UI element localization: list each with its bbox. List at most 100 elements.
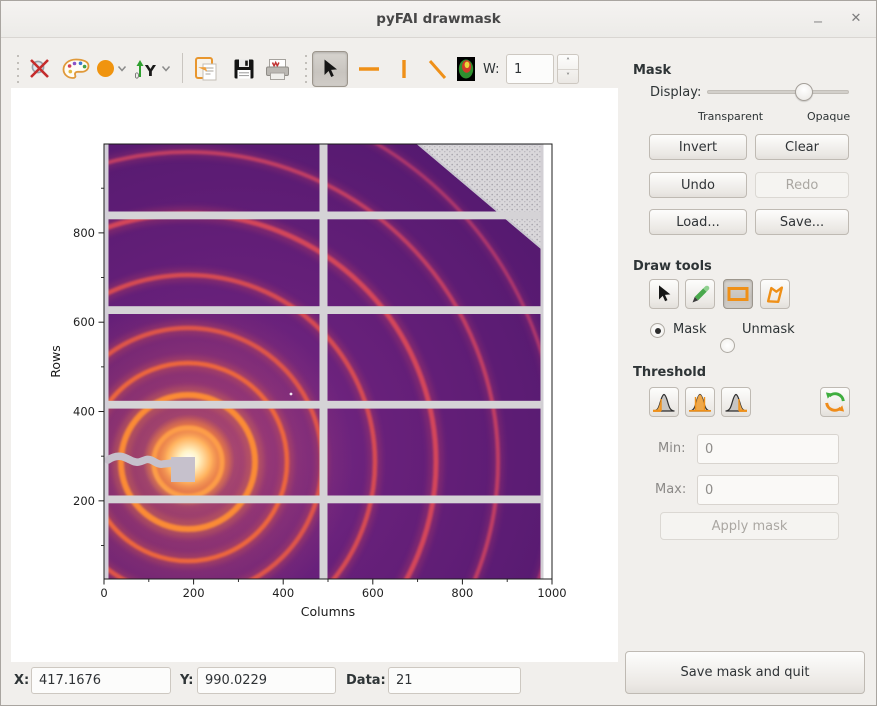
svg-text:400: 400	[272, 586, 294, 600]
rectangle-icon	[726, 284, 750, 304]
spin-down-icon[interactable]: ˅	[558, 70, 578, 84]
diagonal-line-tool-button[interactable]	[422, 54, 452, 84]
copy-snapshot-icon	[193, 56, 220, 83]
transparent-label: Transparent	[698, 110, 763, 123]
min-input[interactable]	[697, 434, 839, 464]
unmask-radio[interactable]	[720, 338, 735, 353]
x-coordinate-field[interactable]	[31, 667, 171, 694]
app-window: pyFAI drawmask ‒ ✕ 0 Y	[0, 0, 877, 706]
horizontal-line-icon	[356, 56, 382, 82]
diagonal-line-icon	[424, 56, 450, 82]
min-label: Min:	[658, 441, 685, 456]
rectangle-tool-button[interactable]	[723, 279, 753, 309]
display-label: Display:	[650, 85, 701, 100]
x-coordinate-label: X:	[14, 673, 29, 688]
pencil-tool-button[interactable]	[685, 279, 715, 309]
svg-text:800: 800	[73, 226, 95, 240]
apply-mask-button[interactable]: Apply mask	[660, 512, 839, 540]
pan-pointer-tool-button[interactable]	[312, 51, 348, 87]
y-axis-orientation-icon: 0 Y	[134, 57, 160, 81]
toolbar-separator	[182, 53, 183, 83]
histogram-between-icon	[688, 391, 712, 413]
vertical-line-tool-button[interactable]	[389, 54, 419, 84]
mask-above-max-button[interactable]	[721, 387, 751, 417]
save-snapshot-button[interactable]	[229, 54, 259, 84]
polygon-tool-button[interactable]	[760, 279, 790, 309]
y-coordinate-field[interactable]	[197, 667, 336, 694]
unmask-radio-label[interactable]: Unmask	[742, 322, 795, 337]
colormap-icon	[457, 57, 475, 81]
refresh-threshold-button[interactable]	[820, 387, 850, 417]
pencil-width-stepper[interactable]: ˄˅	[557, 54, 579, 84]
refresh-icon	[822, 389, 848, 415]
svg-text:Y: Y	[144, 62, 157, 80]
window-title: pyFAI drawmask	[1, 1, 876, 37]
data-value-field[interactable]	[388, 667, 521, 694]
beamstop-mask	[171, 457, 195, 482]
diffraction-image	[11, 88, 618, 662]
floppy-save-icon	[233, 58, 255, 80]
mask-below-min-button[interactable]	[649, 387, 679, 417]
print-icon	[264, 58, 291, 81]
pencil-width-input[interactable]	[506, 54, 554, 84]
zoom-reset-button[interactable]	[25, 54, 57, 84]
pointer-arrow-icon	[654, 284, 674, 304]
vertical-line-icon	[391, 56, 417, 82]
mask-opacity-slider-handle[interactable]	[795, 83, 813, 101]
colormap-button[interactable]	[457, 57, 475, 81]
clear-button[interactable]: Clear	[755, 134, 849, 160]
draw-tools-section-title: Draw tools	[633, 259, 712, 274]
minimize-button[interactable]: ‒	[805, 6, 831, 32]
figure-canvas: Columns Rows 0 200 400 600 800 1000 200 400 600 8…	[11, 88, 618, 662]
save-mask-and-quit-button[interactable]: Save mask and quit	[625, 651, 865, 694]
save-mask-button[interactable]: Save...	[755, 209, 849, 235]
histogram-below-icon	[652, 391, 676, 413]
print-button[interactable]	[261, 54, 293, 84]
svg-text:1000: 1000	[537, 586, 566, 600]
threshold-section-title: Threshold	[633, 365, 706, 380]
svg-text:600: 600	[362, 586, 384, 600]
mask-opacity-slider[interactable]	[707, 90, 849, 94]
titlebar: pyFAI drawmask	[1, 1, 876, 38]
svg-text:0: 0	[100, 586, 107, 600]
svg-text:200: 200	[73, 494, 95, 508]
mask-radio-label[interactable]: Mask	[673, 322, 706, 337]
y-axis-label: Rows	[48, 345, 63, 378]
undo-button[interactable]: Undo	[649, 172, 747, 198]
select-tool-button[interactable]	[649, 279, 679, 309]
opaque-label: Opaque	[807, 110, 850, 123]
max-label: Max:	[655, 482, 686, 497]
redo-button[interactable]: Redo	[755, 172, 849, 198]
horizontal-line-tool-button[interactable]	[354, 54, 384, 84]
toolbar-drag-handle[interactable]	[303, 55, 309, 83]
svg-text:200: 200	[183, 586, 205, 600]
data-value-label: Data:	[346, 673, 386, 688]
invert-button[interactable]: Invert	[649, 134, 747, 160]
svg-text:800: 800	[451, 586, 473, 600]
chevron-down-icon[interactable]	[161, 65, 171, 73]
palette-button[interactable]	[59, 54, 93, 84]
y-axis-orientation-button[interactable]: 0 Y	[132, 54, 162, 84]
svg-text:400: 400	[73, 405, 95, 419]
plot-canvas[interactable]: Columns Rows 0 200 400 600 800 1000 200 400 600 8…	[11, 88, 618, 662]
toolbar-drag-handle[interactable]	[15, 55, 21, 83]
pointer-arrow-icon	[319, 58, 341, 80]
max-input[interactable]	[697, 475, 839, 505]
svg-text:600: 600	[73, 315, 95, 329]
x-axis-label: Columns	[301, 604, 355, 619]
close-button[interactable]: ✕	[843, 6, 869, 32]
spin-up-icon[interactable]: ˄	[558, 55, 578, 70]
mask-section-title: Mask	[633, 63, 671, 78]
pencil-width-label: W:	[483, 62, 499, 77]
chevron-down-icon[interactable]	[117, 65, 127, 73]
mask-between-button[interactable]	[685, 387, 715, 417]
polygon-icon	[764, 283, 786, 305]
zoom-reset-icon	[28, 58, 54, 80]
copy-snapshot-button[interactable]	[190, 53, 222, 85]
load-mask-button[interactable]: Load...	[649, 209, 747, 235]
mask-color-swatch-icon[interactable]	[97, 60, 114, 77]
histogram-above-icon	[724, 391, 748, 413]
y-coordinate-label: Y:	[180, 673, 193, 688]
pencil-icon	[690, 284, 710, 304]
mask-radio[interactable]	[650, 323, 665, 338]
